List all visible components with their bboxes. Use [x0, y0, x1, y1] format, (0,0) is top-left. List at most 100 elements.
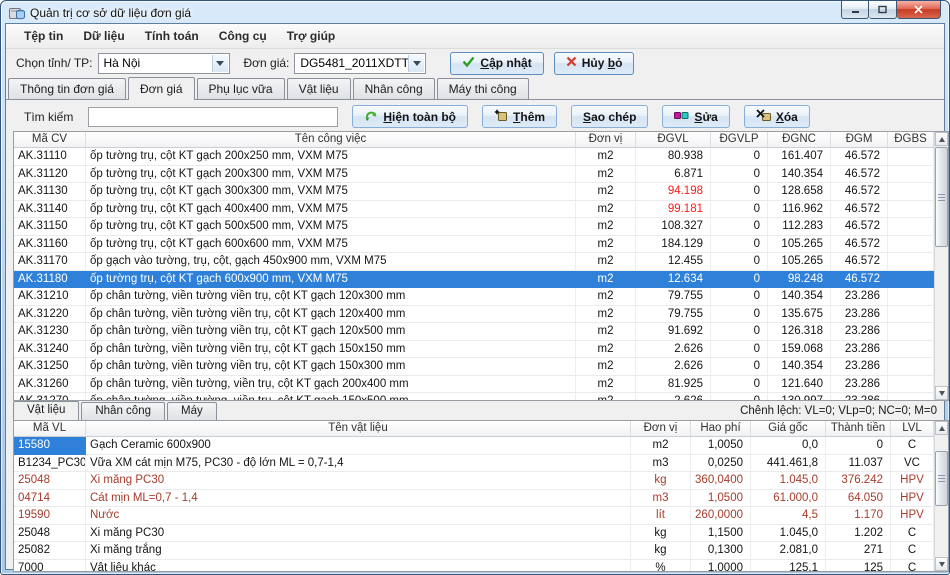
job-dgnc: 130.997 — [768, 393, 831, 400]
copy-button[interactable]: Sao chép — [571, 105, 648, 128]
column-header-ma-vl[interactable]: Mã VL — [14, 421, 86, 436]
material-code: 25082 — [14, 542, 86, 560]
job-unit: m2 — [576, 393, 636, 400]
materials-vertical-scrollbar[interactable] — [934, 421, 948, 571]
tab-don-gia[interactable]: Đơn giá — [128, 77, 195, 100]
material-gia-goc: 125,1 — [751, 560, 826, 572]
unit-price-combobox[interactable]: DG5481_2011XDTT — [294, 53, 426, 74]
material-row[interactable]: 15580Gạch Ceramic 600x900m21,00500,00C — [14, 437, 934, 455]
job-dgvl: 2.626 — [636, 358, 711, 376]
job-dgnc: 161.407 — [768, 148, 831, 166]
job-dgvlp: 0 — [711, 323, 768, 341]
column-header-dgm[interactable]: ĐGM — [831, 132, 888, 147]
show-all-button[interactable]: Hiện toàn bộ — [352, 105, 468, 128]
job-row[interactable]: AK.31170ốp gạch vào tường, trụ, cột, gạc… — [14, 253, 934, 271]
column-header-ten-cong-viec[interactable]: Tên công việc — [86, 132, 576, 147]
tab-vat-lieu[interactable]: Vật liệu — [287, 78, 351, 99]
job-dgm: 23.286 — [831, 341, 888, 359]
detail-tab-vat-lieu[interactable]: Vật liệu — [13, 401, 79, 421]
job-row[interactable]: AK.31120ốp tường trụ, cột KT gạch 200x30… — [14, 166, 934, 184]
tab-thong-tin-don-gia[interactable]: Thông tin đơn giá — [8, 78, 126, 99]
material-code: 25048 — [14, 525, 86, 543]
column-header-dgbs[interactable]: ĐGBS — [888, 132, 934, 147]
column-header-dgnc[interactable]: ĐGNC — [768, 132, 831, 147]
materials-scroll-down-button[interactable] — [935, 557, 948, 571]
material-row[interactable]: 25082Xi măng trắngkg0,13002.081,0271C — [14, 542, 934, 560]
job-name: ốp chân tường, viền tường viền trụ, cột … — [86, 323, 576, 341]
column-header-dgvl[interactable]: ĐGVL — [636, 132, 711, 147]
add-button[interactable]: Thêm — [482, 105, 557, 128]
job-dgbs — [888, 341, 934, 359]
job-row[interactable]: AK.31130ốp tường trụ, cột KT gạch 300x30… — [14, 183, 934, 201]
unit-price-dropdown-arrow-icon[interactable] — [408, 55, 424, 72]
job-row[interactable]: AK.31180ốp tường trụ, cột KT gạch 600x90… — [14, 271, 934, 289]
column-header-dgvlp[interactable]: ĐGVLP — [711, 132, 768, 147]
check-icon — [462, 56, 475, 70]
tab-may-thi-cong[interactable]: Máy thi công — [437, 78, 529, 99]
material-row[interactable]: B1234_PC30Vữa XM cát mịn M75, PC30 - độ … — [14, 455, 934, 473]
material-row[interactable]: 25048Xi măng PC30kg1,15001.045,01.202C — [14, 525, 934, 543]
detail-tab-may[interactable]: Máy — [167, 402, 217, 420]
column-header-gia-goc[interactable]: Giá gốc — [751, 421, 826, 436]
material-name: Xi măng PC30 — [86, 525, 631, 543]
province-combobox[interactable]: Hà Nội — [98, 53, 230, 74]
job-row[interactable]: AK.31150ốp tường trụ, cột KT gạch 500x50… — [14, 218, 934, 236]
update-button[interactable]: Cập nhật — [450, 52, 543, 75]
job-row[interactable]: AK.31210ốp chân tường, viền tường viền t… — [14, 288, 934, 306]
job-row[interactable]: AK.31240ốp chân tường, viền tường viền t… — [14, 341, 934, 359]
jobs-scroll-up-button[interactable] — [935, 132, 948, 146]
job-row[interactable]: AK.31230ốp chân tường, viền tường viền t… — [14, 323, 934, 341]
column-header-thanh-tien[interactable]: Thành tiền — [826, 421, 891, 436]
menu-help[interactable]: Trợ giúp — [277, 26, 346, 46]
job-row[interactable]: AK.31250ốp chân tường, viền tường viền t… — [14, 358, 934, 376]
job-row[interactable]: AK.31260ốp chân tường, viền tường, viền … — [14, 376, 934, 394]
column-header-ma-cv[interactable]: Mã CV — [14, 132, 86, 147]
job-dgm: 46.572 — [831, 183, 888, 201]
menu-data[interactable]: Dữ liệu — [73, 26, 134, 46]
tab-phu-luc-vua[interactable]: Phụ lục vữa — [197, 78, 285, 99]
cancel-button[interactable]: Hủy bỏ — [554, 52, 635, 75]
job-name: ốp chân tường, viền tường viền trụ, cột … — [86, 306, 576, 324]
menu-calculate[interactable]: Tính toán — [135, 26, 209, 46]
detail-tab-nhan-cong[interactable]: Nhân công — [81, 402, 165, 420]
material-hao-phi: 0,0250 — [691, 455, 751, 473]
column-header-don-vi[interactable]: Đơn vị — [576, 132, 636, 147]
column-header-lvl[interactable]: LVL — [891, 421, 934, 436]
menu-file[interactable]: Tệp tin — [14, 26, 73, 46]
menu-bar: Tệp tin Dữ liệu Tính toán Công cụ Trợ gi… — [6, 24, 944, 49]
material-name: Gạch Ceramic 600x900 — [86, 437, 631, 455]
job-dgbs — [888, 166, 934, 184]
search-input[interactable] — [88, 107, 338, 127]
column-header-don-vi-vl[interactable]: Đơn vị — [631, 421, 691, 436]
material-row[interactable]: 25048Xi măng PC30kg360,04001.045,0376.24… — [14, 472, 934, 490]
title-bar[interactable]: Quản trị cơ sở dữ liệu đơn giá — [1, 1, 949, 23]
material-thanh-tien: 64.050 — [826, 490, 891, 508]
tab-nhan-cong[interactable]: Nhân công — [353, 78, 435, 99]
material-row[interactable]: 04714Cát mịn ML=0,7 - 1,4m31,050061.000,… — [14, 490, 934, 508]
job-row[interactable]: AK.31220ốp chân tường, viền tường viền t… — [14, 306, 934, 324]
minimize-button[interactable] — [841, 1, 869, 19]
column-header-ten-vat-lieu[interactable]: Tên vật liệu — [86, 421, 631, 436]
maximize-button[interactable] — [869, 1, 897, 19]
job-dgbs — [888, 323, 934, 341]
job-row[interactable]: AK.31160ốp tường trụ, cột KT gạch 600x60… — [14, 236, 934, 254]
job-row[interactable]: AK.31110ốp tường trụ, cột KT gạch 200x25… — [14, 148, 934, 166]
job-row[interactable]: AK.31270ốp chân tường, viền tường, viền … — [14, 393, 934, 400]
delete-button[interactable]: Xóa — [744, 105, 810, 128]
materials-scrollbar-thumb[interactable] — [935, 451, 948, 506]
job-dgbs — [888, 218, 934, 236]
job-dgvl: 91.692 — [636, 323, 711, 341]
jobs-scrollbar-thumb[interactable] — [935, 147, 948, 247]
job-row[interactable]: AK.31140ốp tường trụ, cột KT gạch 400x40… — [14, 201, 934, 219]
menu-tools[interactable]: Công cụ — [209, 26, 277, 46]
close-button[interactable] — [897, 1, 941, 19]
job-dgvlp: 0 — [711, 306, 768, 324]
materials-scroll-up-button[interactable] — [935, 421, 948, 435]
column-header-hao-phi[interactable]: Hao phí — [691, 421, 751, 436]
material-row[interactable]: 19590Nướclít260,00004,51.170HPV — [14, 507, 934, 525]
province-dropdown-arrow-icon[interactable] — [212, 55, 228, 72]
jobs-scroll-down-button[interactable] — [935, 386, 948, 400]
edit-button[interactable]: Sửa — [662, 105, 729, 128]
material-row[interactable]: 7000Vật liệu khác%1,0000125,1125C — [14, 560, 934, 572]
jobs-vertical-scrollbar[interactable] — [934, 132, 948, 400]
